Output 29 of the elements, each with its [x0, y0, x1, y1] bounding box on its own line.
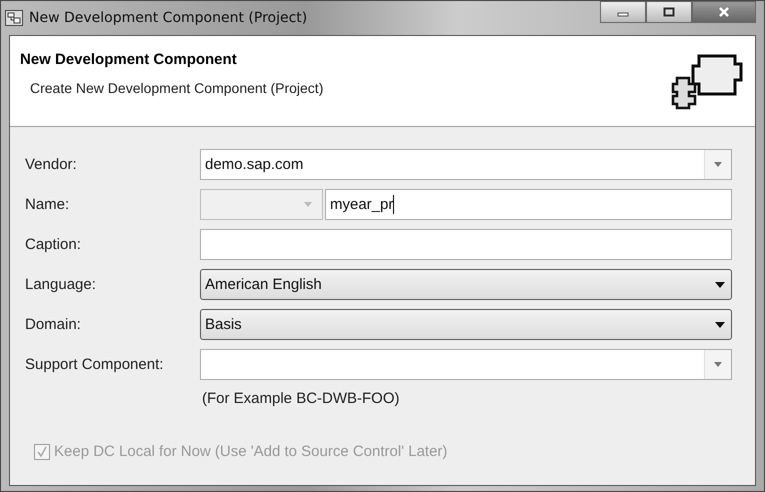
dropdown[interactable]: Basis	[200, 309, 732, 340]
maximize-button[interactable]	[646, 1, 692, 23]
caret-icon	[715, 322, 725, 328]
hint-text: (For Example BC-DWB-FOO)	[201, 390, 401, 407]
name-input[interactable]: myear_pr	[325, 189, 732, 220]
dropdown[interactable]: American English	[200, 269, 732, 300]
caret-icon	[714, 362, 722, 367]
caret-icon	[714, 162, 722, 167]
field-label: Language:	[25, 275, 97, 295]
field-label: Vendor:	[25, 155, 78, 175]
field-label: Support Component:	[25, 355, 164, 375]
field-label: Caption:	[25, 235, 82, 255]
check-icon	[36, 446, 48, 458]
close-button[interactable]	[692, 1, 756, 23]
field-label: Domain:	[25, 315, 82, 335]
window-icon	[5, 10, 23, 26]
close-icon	[718, 7, 730, 17]
combo-box[interactable]: demo.sap.com	[200, 149, 732, 180]
field-label: Name:	[25, 195, 70, 215]
caret-icon	[304, 202, 312, 207]
combo-box[interactable]	[200, 349, 732, 380]
text-input[interactable]	[200, 229, 732, 260]
caret-icon	[715, 282, 725, 288]
minimize-button[interactable]	[600, 1, 646, 23]
window-title: New Development Component (Project)	[29, 10, 308, 26]
page-subtitle: Create New Development Component (Project)	[29, 80, 324, 96]
page-title: New Development Component	[20, 51, 238, 68]
checkbox-label: Keep DC Local for Now (Use 'Add to Source Control' Later)	[54, 443, 448, 460]
maximize-icon	[663, 7, 675, 17]
